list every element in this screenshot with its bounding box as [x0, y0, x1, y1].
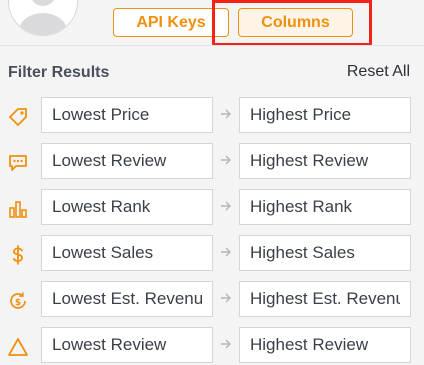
header-divider — [0, 45, 424, 46]
arrow-right-icon — [221, 293, 231, 303]
arrow-right-icon — [221, 109, 231, 119]
reset-all-link[interactable]: Reset All — [347, 63, 410, 81]
lowest-rank-input[interactable] — [41, 189, 213, 225]
highest-sales-input[interactable] — [239, 235, 411, 271]
highest-rank-input[interactable] — [239, 189, 411, 225]
dollar-sign-icon — [12, 245, 23, 265]
filter-row-price — [0, 97, 424, 135]
columns-button[interactable]: Columns — [238, 8, 353, 37]
lowest-review-input[interactable] — [41, 143, 213, 179]
lowest-sales-input[interactable] — [41, 235, 213, 271]
lowest-est-revenue-input[interactable] — [41, 281, 213, 317]
filter-row-rank — [0, 189, 424, 227]
filter-row-sales — [0, 235, 424, 273]
review-chat-icon — [9, 155, 27, 171]
arrow-right-icon — [221, 155, 231, 165]
user-silhouette-icon — [19, 0, 67, 35]
lowest-price-input[interactable] — [41, 97, 213, 133]
price-tag-icon — [9, 108, 27, 126]
warning-triangle-icon — [8, 338, 28, 356]
highest-est-revenue-input[interactable] — [239, 281, 411, 317]
svg-text:$: $ — [15, 298, 21, 308]
revenue-cycle-icon: $ — [10, 292, 26, 309]
arrow-right-icon — [221, 201, 231, 211]
api-keys-button[interactable]: API Keys — [113, 8, 229, 37]
filter-results-title: Filter Results — [8, 64, 110, 81]
lowest-review-input-partial[interactable] — [41, 327, 213, 363]
highest-review-input[interactable] — [239, 143, 411, 179]
arrow-right-icon — [221, 339, 231, 349]
user-avatar — [8, 0, 78, 36]
filter-row-review-partial — [0, 327, 424, 365]
highest-price-input[interactable] — [239, 97, 411, 133]
filter-row-revenue: $ — [0, 281, 424, 319]
highest-review-input-partial[interactable] — [239, 327, 411, 363]
rank-bar-chart-icon — [9, 201, 27, 218]
filter-row-review — [0, 143, 424, 181]
arrow-right-icon — [221, 247, 231, 257]
